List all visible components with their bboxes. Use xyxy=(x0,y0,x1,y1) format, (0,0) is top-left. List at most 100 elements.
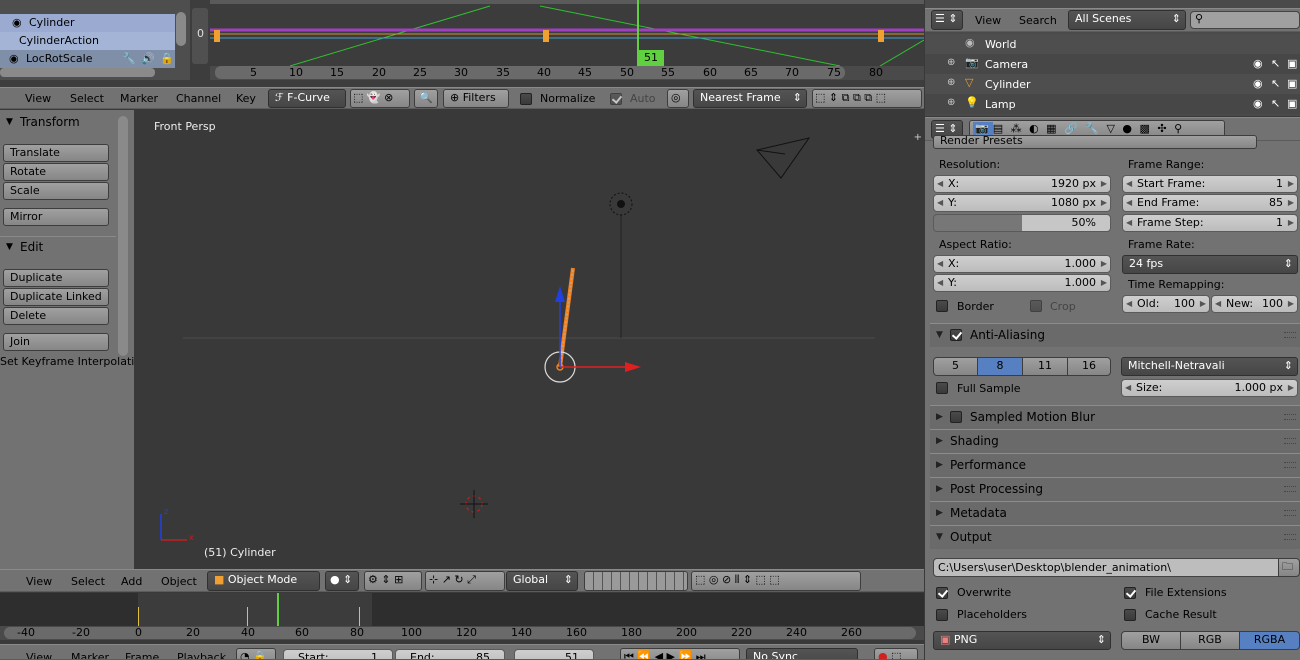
rotate-button[interactable]: Rotate xyxy=(3,163,109,181)
keyframe-marker[interactable] xyxy=(543,30,549,42)
resolution-y-field[interactable]: ◀ Y: 1080 px ▶ xyxy=(933,194,1111,212)
panel-grip[interactable] xyxy=(1284,332,1296,338)
edit-panel-header[interactable]: ▼ Edit xyxy=(0,236,116,256)
start-frame-field[interactable]: ◀ Start Frame: 1 ▶ xyxy=(1122,175,1298,193)
keyframe-area[interactable]: 51 xyxy=(210,0,924,66)
aa-filter-dropdown[interactable]: Mitchell-Netravali ⇕ xyxy=(1121,357,1298,376)
eye-icon[interactable]: ◉ xyxy=(1253,97,1263,110)
render-icon[interactable]: ▣ xyxy=(1287,57,1297,70)
expand-icon[interactable]: ⊕ xyxy=(947,57,955,68)
delete-button[interactable]: Delete xyxy=(3,307,109,325)
menu-select[interactable]: Select xyxy=(71,573,105,591)
motion-blur-panel-header[interactable]: ▶ Sampled Motion Blur xyxy=(930,405,1300,429)
orientation-dropdown[interactable]: Global ⇕ xyxy=(506,571,578,591)
pivot-dropdown[interactable]: ⚙ ⇕ ⊞ xyxy=(364,571,422,591)
metadata-panel-header[interactable]: ▶ Metadata xyxy=(930,501,1300,525)
lock-icon[interactable]: 🔒 xyxy=(160,52,174,65)
expand-icon[interactable]: + xyxy=(914,132,922,143)
resolution-x-field[interactable]: ◀ X: 1920 px ▶ xyxy=(933,175,1111,193)
expand-icon[interactable]: ⊕ xyxy=(947,77,955,88)
wrench-icon[interactable]: 🔧 xyxy=(122,52,136,65)
transform-panel-header[interactable]: ▼ Transform xyxy=(0,112,116,132)
eye-icon[interactable]: ◉ xyxy=(12,16,22,29)
filters-button[interactable]: ⊕ Filters xyxy=(443,89,509,108)
eye-icon[interactable]: ◉ xyxy=(1253,77,1263,90)
menu-marker[interactable]: Marker xyxy=(71,649,109,659)
color-mode-rgb[interactable]: RGB xyxy=(1180,631,1240,650)
output-panel-header[interactable]: ▼ Output xyxy=(930,525,1300,549)
join-button[interactable]: Join xyxy=(3,333,109,351)
menu-view[interactable]: View xyxy=(25,90,51,108)
anti-aliasing-panel-header[interactable]: ▼ Anti-Aliasing xyxy=(930,323,1300,347)
file-format-dropdown[interactable]: ▣ PNG ⇕ xyxy=(933,631,1111,650)
menu-marker[interactable]: Marker xyxy=(120,90,158,108)
aa-size-field[interactable]: ◀ Size: 1.000 px ▶ xyxy=(1121,379,1298,397)
scale-button[interactable]: Scale xyxy=(3,182,109,200)
eye-icon[interactable]: ◉ xyxy=(9,52,19,65)
current-frame-badge[interactable]: 51 xyxy=(638,50,664,66)
overwrite-checkbox[interactable] xyxy=(936,587,948,599)
cursor-icon[interactable]: ↖ xyxy=(1271,77,1280,90)
aspect-y-field[interactable]: ◀ Y: 1.000 ▶ xyxy=(933,274,1111,292)
manipulator-buttons[interactable]: ⊹ ↗ ↻ ⤢ xyxy=(425,571,505,591)
keyframe-marker[interactable] xyxy=(878,30,884,42)
preview-range-button[interactable]: ◔ 🔒 xyxy=(236,648,276,659)
shading-dropdown[interactable]: ● ⇕ xyxy=(325,571,359,591)
panel-grip[interactable] xyxy=(1284,462,1296,468)
zoom-button[interactable]: 🔍 xyxy=(414,89,438,108)
panel-grip[interactable] xyxy=(1284,534,1296,540)
copy-paste-buttons[interactable]: ⬚ ⇕ ⧉ ⧉ ⧉ ⬚ xyxy=(812,89,922,108)
anti-aliasing-checkbox[interactable] xyxy=(950,329,962,341)
outliner-row-world[interactable]: ◉ World xyxy=(925,34,1300,54)
channel-row-cylinder[interactable]: ◉ Cylinder xyxy=(0,14,175,32)
end-frame-field[interactable]: ◀ End Frame: 85 ▶ xyxy=(1122,194,1298,212)
panel-grip[interactable] xyxy=(1284,486,1296,492)
duplicate-linked-button[interactable]: Duplicate Linked xyxy=(3,288,109,306)
menu-view[interactable]: View xyxy=(975,12,1001,30)
playback-buttons[interactable]: ⏮ ⏪ ◀ ▶ ⏩ ⏭ xyxy=(620,648,740,659)
snap-dropdown[interactable]: Nearest Frame ⇕ xyxy=(693,89,807,108)
new-field[interactable]: ◀ New: 100 ▶ xyxy=(1211,295,1298,313)
render-presets-dropdown[interactable]: Render Presets xyxy=(933,135,1257,149)
full-sample-checkbox[interactable] xyxy=(936,382,948,394)
panel-grip[interactable] xyxy=(1284,510,1296,516)
color-mode-rgba[interactable]: RGBA xyxy=(1239,631,1300,650)
menu-view[interactable]: View xyxy=(26,573,52,591)
old-field[interactable]: ◀ Old: 100 ▶ xyxy=(1122,295,1210,313)
timeline[interactable]: -40 -20 0 20 40 60 80 100 120 140 160 18… xyxy=(0,593,924,640)
current-frame-field[interactable]: 51 xyxy=(514,649,594,659)
menu-key[interactable]: Key xyxy=(236,90,256,108)
auto-checkbox[interactable] xyxy=(610,93,622,105)
menu-search[interactable]: Search xyxy=(1019,12,1057,30)
aa-sample-11[interactable]: 11 xyxy=(1022,357,1068,376)
mirror-button[interactable]: Mirror xyxy=(3,208,109,226)
outliner-row-cylinder[interactable]: ⊕ ▽ Cylinder ◉ ↖ ▣ xyxy=(925,74,1300,94)
menu-object[interactable]: Object xyxy=(161,573,197,591)
render-icon[interactable]: ▣ xyxy=(1287,97,1297,110)
eye-icon[interactable]: ◉ xyxy=(1253,57,1263,70)
post-processing-panel-header[interactable]: ▶ Post Processing xyxy=(930,477,1300,501)
file-extensions-checkbox[interactable] xyxy=(1124,587,1136,599)
render-icon[interactable]: ▣ xyxy=(1287,77,1297,90)
sync-dropdown[interactable]: No Sync xyxy=(746,648,858,659)
aspect-x-field[interactable]: ◀ X: 1.000 ▶ xyxy=(933,255,1111,273)
panel-grip[interactable] xyxy=(1284,438,1296,444)
start-frame-field[interactable]: Start: 1 xyxy=(283,649,393,659)
keyframe-marker[interactable] xyxy=(214,30,220,42)
channel-row-action[interactable]: CylinderAction xyxy=(0,32,175,50)
3d-viewport[interactable]: Front Persp z x (51) Cylinder + xyxy=(135,110,924,569)
menu-channel[interactable]: Channel xyxy=(176,90,221,108)
cache-result-checkbox[interactable] xyxy=(1124,609,1136,621)
menu-playback[interactable]: Playback xyxy=(177,649,226,659)
object-mode-dropdown[interactable]: ■ Object Mode xyxy=(207,571,320,591)
record-button[interactable]: ● ⬚ xyxy=(874,648,918,659)
editor-type-button[interactable]: ☰ ⇕ xyxy=(931,10,963,30)
frame-rate-dropdown[interactable]: 24 fps ⇕ xyxy=(1122,255,1298,274)
toolshelf-scrollbar[interactable] xyxy=(118,116,128,356)
aa-sample-16[interactable]: 16 xyxy=(1067,357,1111,376)
panel-grip[interactable] xyxy=(1284,414,1296,420)
ghost-curve-button[interactable]: ⬚ 👻 ⊗ xyxy=(350,89,410,108)
channel-row-locrotscale[interactable]: ◉ LocRotScale 🔧 🔊 🔒 xyxy=(0,50,175,68)
end-frame-field[interactable]: End: 85 xyxy=(395,649,505,659)
aa-sample-5[interactable]: 5 xyxy=(933,357,978,376)
